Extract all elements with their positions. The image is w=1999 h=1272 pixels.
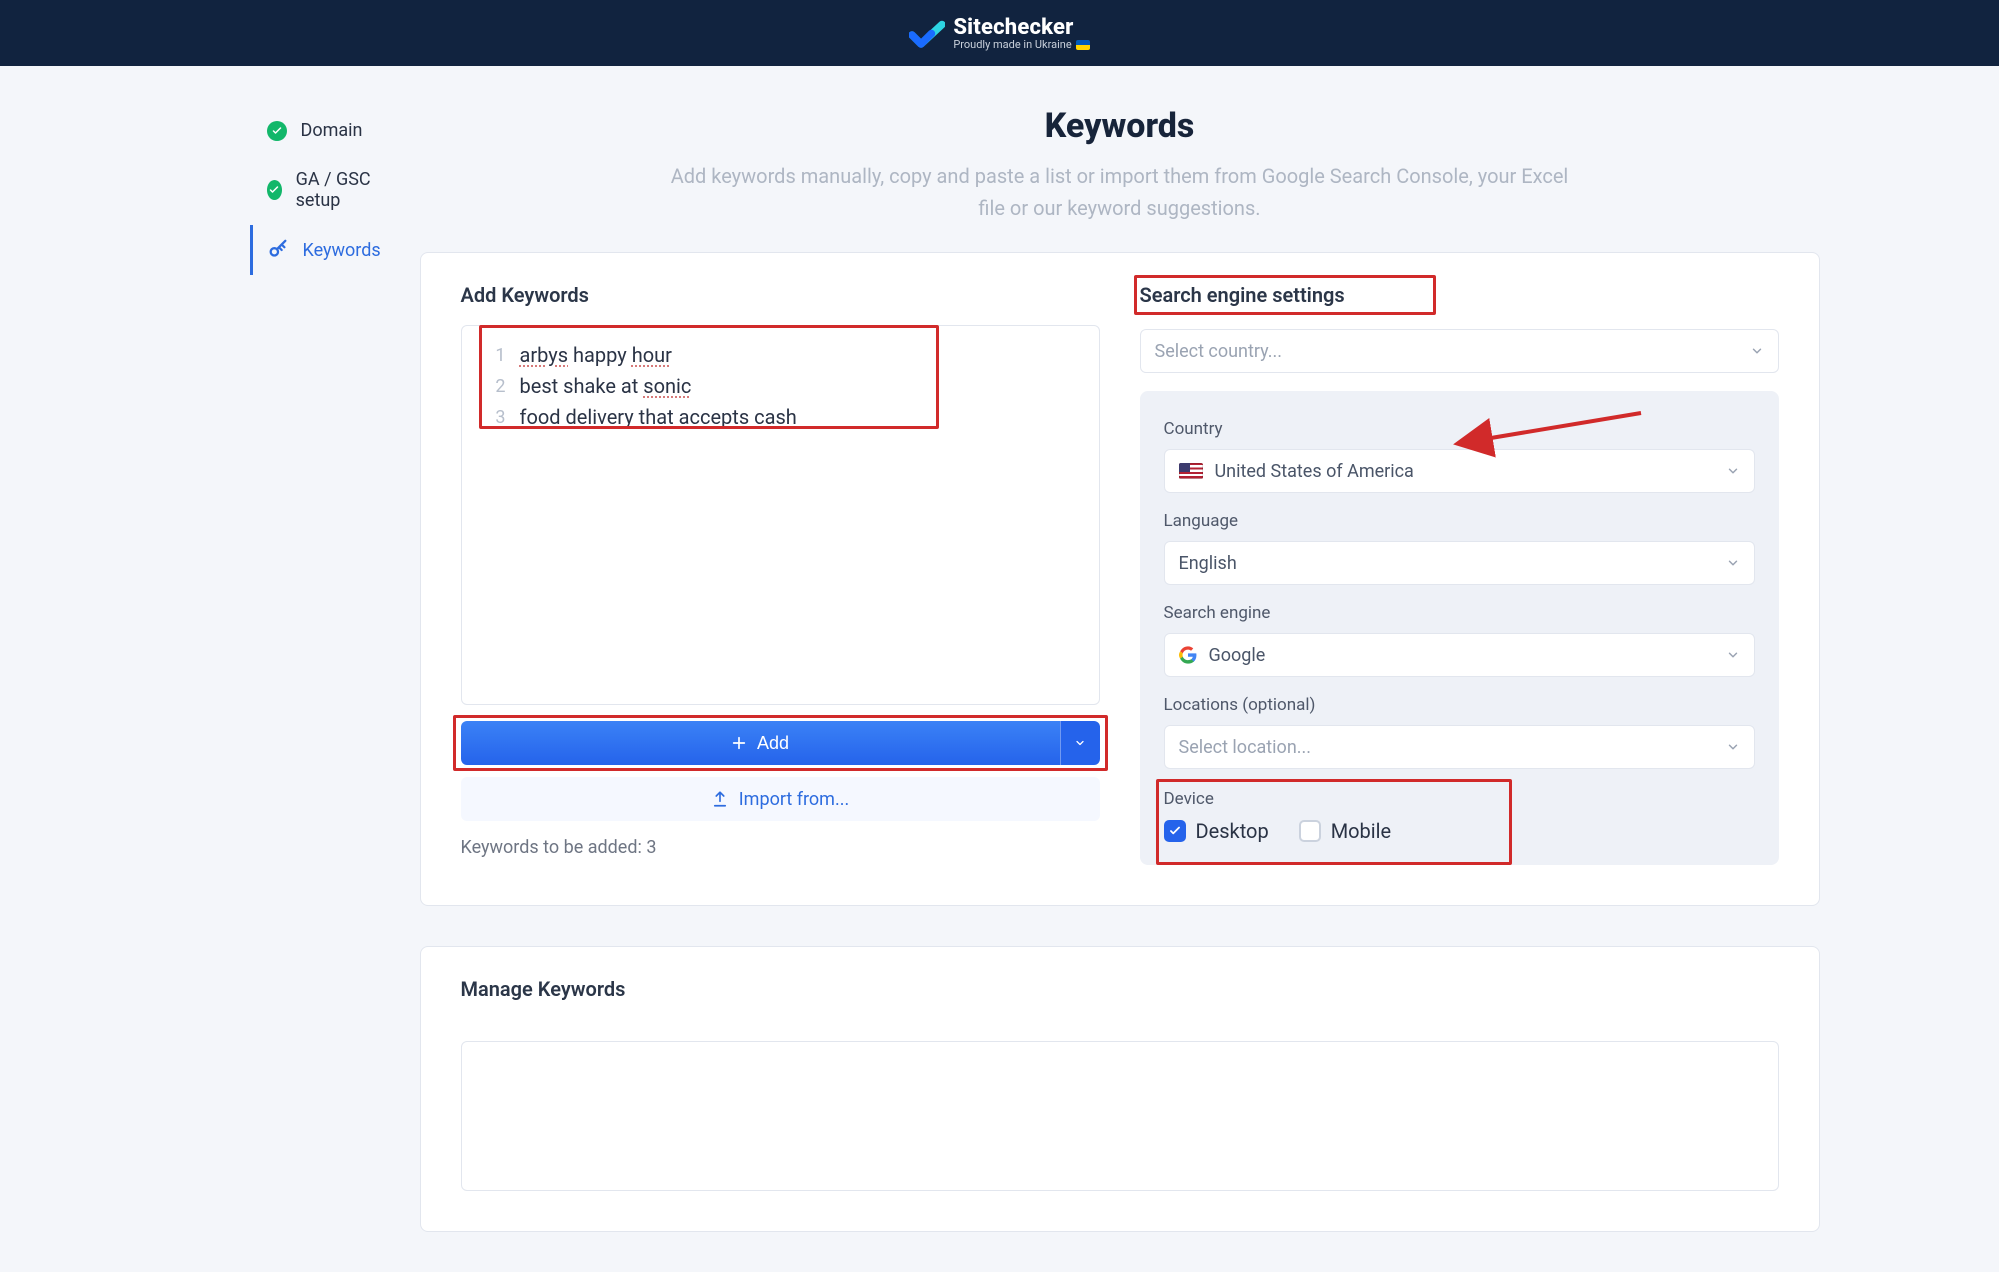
- keywords-card: Add Keywords 1 arbys happy hour 2 best s…: [420, 252, 1820, 906]
- language-value: English: [1179, 553, 1237, 574]
- locations-placeholder: Select location...: [1179, 737, 1312, 758]
- sidebar-item-domain[interactable]: Domain: [250, 106, 390, 155]
- sidebar-item-ga-gsc[interactable]: GA / GSC setup: [250, 155, 390, 225]
- line-number: 2: [472, 373, 506, 401]
- manage-keywords-area: [461, 1041, 1779, 1191]
- page-title: Keywords: [420, 106, 1820, 146]
- engine-value: Google: [1209, 645, 1266, 666]
- add-keywords-heading: Add Keywords: [461, 283, 589, 307]
- main-content: Keywords Add keywords manually, copy and…: [420, 106, 1820, 1232]
- keyword-line: best shake at sonic: [520, 371, 692, 402]
- line-number: 1: [472, 342, 506, 370]
- select-country-top[interactable]: Select country...: [1140, 329, 1779, 373]
- chevron-down-icon: [1726, 648, 1740, 662]
- sidebar-item-label: GA / GSC setup: [296, 169, 390, 211]
- upload-icon: [711, 790, 729, 808]
- locations-label: Locations (optional): [1164, 695, 1755, 715]
- chevron-down-icon: [1726, 740, 1740, 754]
- locations-select[interactable]: Select location...: [1164, 725, 1755, 769]
- brand-name: Sitechecker: [953, 16, 1089, 39]
- device-desktop-label: Desktop: [1196, 819, 1269, 843]
- sidebar: Domain GA / GSC setup Keywords: [100, 106, 390, 275]
- chevron-down-icon: [1750, 344, 1764, 358]
- key-icon: [267, 239, 289, 261]
- add-button-caret[interactable]: [1060, 721, 1100, 765]
- country-label: Country: [1164, 419, 1755, 439]
- page-hero: Keywords Add keywords manually, copy and…: [420, 106, 1820, 224]
- language-select[interactable]: English: [1164, 541, 1755, 585]
- engine-select[interactable]: Google: [1164, 633, 1755, 677]
- settings-panel: Country United States of America Languag…: [1140, 391, 1779, 865]
- add-button-label: Add: [757, 733, 789, 754]
- search-engine-settings-column: Search engine settings Select country...…: [1140, 283, 1779, 865]
- settings-heading: Search engine settings: [1140, 283, 1345, 307]
- manage-keywords-card: Manage Keywords: [420, 946, 1820, 1232]
- device-mobile-label: Mobile: [1331, 819, 1391, 843]
- device-mobile-checkbox[interactable]: Mobile: [1299, 819, 1391, 843]
- engine-label: Search engine: [1164, 603, 1755, 623]
- brand-logo-icon: [909, 20, 941, 46]
- sidebar-item-keywords[interactable]: Keywords: [250, 225, 390, 275]
- device-label: Device: [1164, 789, 1755, 809]
- topbar: Sitechecker Proudly made in Ukraine: [0, 0, 1999, 66]
- page-description: Add keywords manually, copy and paste a …: [670, 160, 1570, 224]
- plus-icon: [731, 735, 747, 751]
- import-label: Import from...: [739, 789, 849, 810]
- keyword-line: arbys happy hour: [520, 340, 672, 371]
- select-placeholder: Select country...: [1155, 341, 1282, 362]
- sidebar-item-label: Keywords: [303, 240, 381, 261]
- brand-sub-text: Proudly made in Ukraine: [953, 39, 1071, 51]
- keywords-count: Keywords to be added: 3: [461, 837, 1100, 858]
- import-button[interactable]: Import from...: [461, 777, 1100, 821]
- keyword-line: food delivery that accepts cash: [520, 402, 797, 433]
- google-icon: [1179, 646, 1197, 664]
- check-icon: [1168, 824, 1182, 838]
- add-keywords-column: Add Keywords 1 arbys happy hour 2 best s…: [461, 283, 1100, 865]
- ukraine-flag-icon: [1076, 40, 1090, 50]
- chevron-down-icon: [1726, 464, 1740, 478]
- check-circle-icon: [267, 121, 287, 141]
- chevron-down-icon: [1074, 737, 1086, 749]
- line-number: 3: [472, 404, 506, 432]
- country-value: United States of America: [1215, 461, 1414, 482]
- add-button[interactable]: Add: [461, 721, 1060, 765]
- check-circle-icon: [267, 180, 282, 200]
- device-desktop-checkbox[interactable]: Desktop: [1164, 819, 1269, 843]
- chevron-down-icon: [1726, 556, 1740, 570]
- manage-heading: Manage Keywords: [461, 977, 626, 1001]
- country-select[interactable]: United States of America: [1164, 449, 1755, 493]
- flag-us-icon: [1179, 463, 1203, 479]
- keywords-editor[interactable]: 1 arbys happy hour 2 best shake at sonic…: [461, 325, 1100, 705]
- language-label: Language: [1164, 511, 1755, 531]
- brand-subtitle: Proudly made in Ukraine: [953, 39, 1089, 51]
- sidebar-item-label: Domain: [301, 120, 363, 141]
- brand: Sitechecker Proudly made in Ukraine: [909, 16, 1089, 51]
